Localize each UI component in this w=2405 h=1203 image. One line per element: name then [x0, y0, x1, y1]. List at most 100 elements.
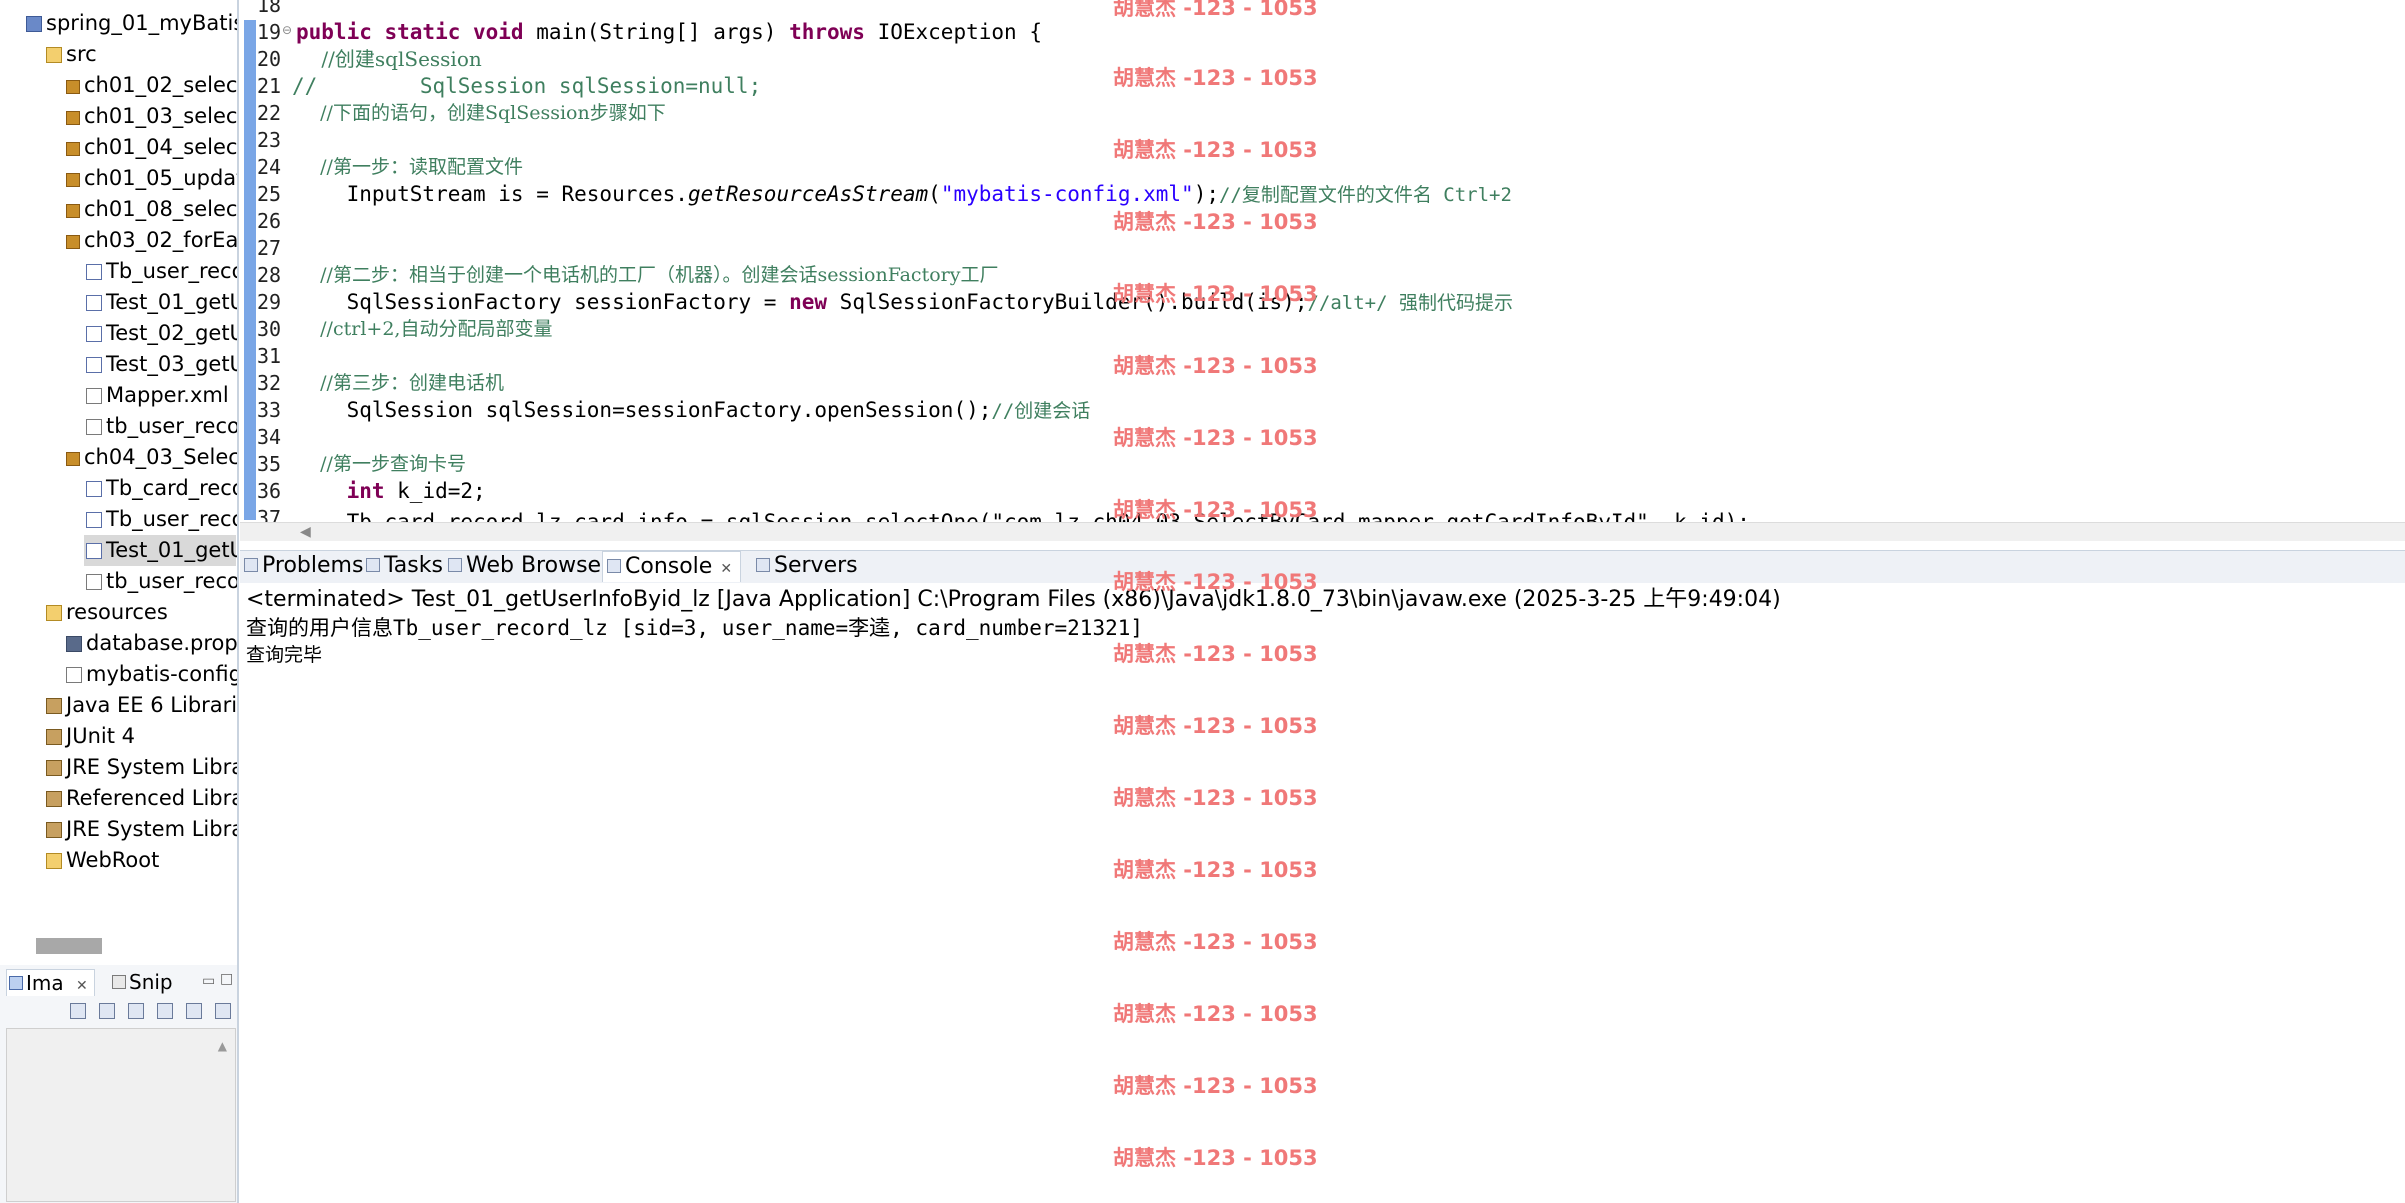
watermark-text: 胡慧杰 -123 - 1053	[1113, 1074, 1318, 1098]
tree-item[interactable]: mybatis-config	[66, 659, 237, 690]
code-line-20[interactable]: //创建sqlSession	[296, 46, 481, 73]
tree-item[interactable]: Referenced Libra	[46, 783, 237, 814]
tab-image-label: Ima	[26, 971, 64, 995]
tab-web-browser[interactable]: Web Browser	[448, 551, 610, 581]
tab-label: Console	[625, 554, 713, 579]
console-output-line: 查询完毕	[246, 644, 323, 666]
watermark-text: 胡慧杰 -123 - 1053	[1113, 354, 1318, 378]
code-line-30[interactable]: //ctrl+2,自动分配局部变量	[296, 316, 552, 343]
keyword: public static void	[296, 20, 537, 44]
tree-item[interactable]: ch04_03_Select	[66, 442, 239, 473]
tree-item[interactable]: JUnit 4	[46, 721, 135, 752]
static-method: getResourceAsStream	[687, 182, 929, 206]
zoom-in-icon[interactable]	[157, 1002, 174, 1019]
tree-item[interactable]: Mapper.xml	[86, 380, 229, 411]
scroll-up-arrow-icon[interactable]: ▲	[218, 1039, 227, 1053]
tree-item[interactable]: Java EE 6 Librarie	[46, 690, 239, 721]
tab-servers[interactable]: Servers	[756, 551, 858, 581]
tab-snippets[interactable]: Snip	[112, 969, 173, 995]
tab-tasks[interactable]: Tasks	[366, 551, 443, 581]
console-view[interactable]	[240, 583, 2405, 1203]
image-icon[interactable]	[99, 1002, 116, 1019]
code-line-29[interactable]: SqlSessionFactory sessionFactory = new S…	[296, 289, 1513, 317]
line-number: 30	[257, 317, 282, 341]
pin-icon[interactable]	[70, 1002, 86, 1019]
tree-item[interactable]: Test_03_getU	[86, 349, 239, 380]
scroll-left-arrow-icon[interactable]: ◀	[300, 524, 311, 540]
tree-item[interactable]: ch01_03_select	[66, 101, 237, 132]
watermark-text: 胡慧杰 -123 - 1053	[1113, 1002, 1318, 1026]
code-line-21[interactable]: // SqlSession sqlSession=null;	[292, 73, 762, 100]
code-line-35[interactable]: //第一步查询卡号	[296, 451, 466, 478]
code-line-19[interactable]: public static void main(String[] args) t…	[296, 19, 1042, 46]
code-line-24[interactable]: //第一步：读取配置文件	[296, 154, 523, 181]
console-output-text: 查询的用户信息Tb_user_record_lz [sid=3, user_na…	[246, 616, 1144, 640]
tree-item[interactable]: ch03_02_forEac	[66, 225, 237, 256]
tree-item[interactable]: database.prope	[66, 628, 237, 659]
tree-item[interactable]: Tb_user_reco	[86, 256, 237, 287]
console-icon	[607, 559, 621, 573]
tree-item[interactable]: tb_user_reco	[86, 411, 237, 442]
code-line-32[interactable]: //第三步：创建电话机	[296, 370, 504, 397]
tree-item[interactable]: Test_02_getU	[86, 318, 237, 349]
tab-problems[interactable]: Problems	[244, 551, 363, 581]
tree-item[interactable]: Tb_user_reco	[86, 504, 237, 535]
tree-item-label: WebRoot	[66, 848, 160, 872]
snippets-icon	[112, 975, 126, 989]
tree-item[interactable]: tb_user_reco	[86, 566, 237, 597]
library-icon	[46, 760, 62, 776]
explorer-horizontal-scrollbar[interactable]	[36, 938, 102, 954]
line-comment-marker: //	[292, 74, 318, 98]
close-icon[interactable]: ✕	[76, 978, 88, 994]
minimize-icon[interactable]: ▭	[202, 973, 215, 989]
original-size-icon[interactable]	[186, 1002, 203, 1019]
editor-horizontal-scrollbar[interactable]	[240, 522, 2405, 541]
tree-item-label: JUnit 4	[66, 724, 135, 748]
code-line-36[interactable]: int k_id=2;	[296, 478, 486, 505]
tab-snippets-label: Snip	[129, 970, 173, 994]
fit-to-window-icon[interactable]	[215, 1002, 232, 1019]
src-folder-icon	[46, 47, 62, 63]
commented-code: SqlSession sqlSession=null;	[344, 74, 762, 98]
tree-item[interactable]: WebRoot	[46, 845, 159, 876]
tree-item-label: Java EE 6 Librarie	[66, 693, 239, 717]
tree-item[interactable]: Tb_card_reco	[86, 473, 237, 504]
tree-item[interactable]: Test_01_getU	[84, 535, 237, 566]
code-line-22[interactable]: //下面的语句，创建SqlSession步骤如下	[296, 100, 666, 127]
maximize-icon[interactable]: □	[220, 971, 233, 987]
line-number: 20	[257, 47, 282, 71]
tree-item[interactable]: ch01_05_updat	[66, 163, 237, 194]
tree-item[interactable]: ch01_02_select	[66, 70, 239, 101]
tree-item[interactable]: resources	[46, 597, 168, 628]
code-line-37[interactable]: Tb_card_record_lz card_info = sqlSession…	[296, 505, 1750, 522]
tree-item[interactable]: JRE System Libra	[46, 814, 237, 845]
code-line-25[interactable]: InputStream is = Resources.getResourceAs…	[296, 181, 1512, 209]
tree-item[interactable]: JRE System Libra	[46, 752, 237, 783]
properties-file-icon	[66, 636, 82, 652]
tree-item[interactable]: ch01_08_select	[66, 194, 237, 225]
tree-item[interactable]: ch01_04_select	[66, 132, 237, 163]
line-number: 33	[257, 398, 282, 422]
tree-item[interactable]: spring_01_myBatis	[26, 8, 237, 39]
close-icon[interactable]: ✕	[720, 561, 732, 577]
tab-console[interactable]: Console ✕	[602, 551, 742, 582]
editor-range-indicator	[244, 20, 256, 520]
java-file-icon	[86, 543, 102, 559]
tasks-icon	[366, 558, 380, 572]
tree-item[interactable]: Test_01_getU	[86, 287, 237, 318]
fold-icon[interactable]: ⊖	[282, 23, 292, 37]
line-number: 23	[257, 128, 282, 152]
tree-item[interactable]: src	[46, 39, 97, 70]
zoom-out-icon[interactable]	[128, 1002, 145, 1019]
tab-image[interactable]: Ima ✕	[6, 969, 95, 996]
project-explorer[interactable]: spring_01_myBatis src ch01_02_select ch01_0…	[0, 0, 239, 965]
library-icon	[46, 791, 62, 807]
console-output-line: 查询的用户信息Tb_user_record_lz [sid=3, user_na…	[246, 614, 1143, 642]
java-file-icon	[86, 295, 102, 311]
tree-item-label: ch01_02_select	[84, 73, 239, 97]
tree-item-label: ch04_03_Select	[84, 445, 239, 469]
line-number: 32	[257, 371, 282, 395]
tree-item-label: Test_03_getU	[106, 352, 239, 376]
code-line-28[interactable]: //第二步：相当于创建一个电话机的工厂（机器）。创建会话sessionFacto…	[296, 262, 998, 289]
code-line-33[interactable]: SqlSession sqlSession=sessionFactory.ope…	[296, 397, 1091, 425]
